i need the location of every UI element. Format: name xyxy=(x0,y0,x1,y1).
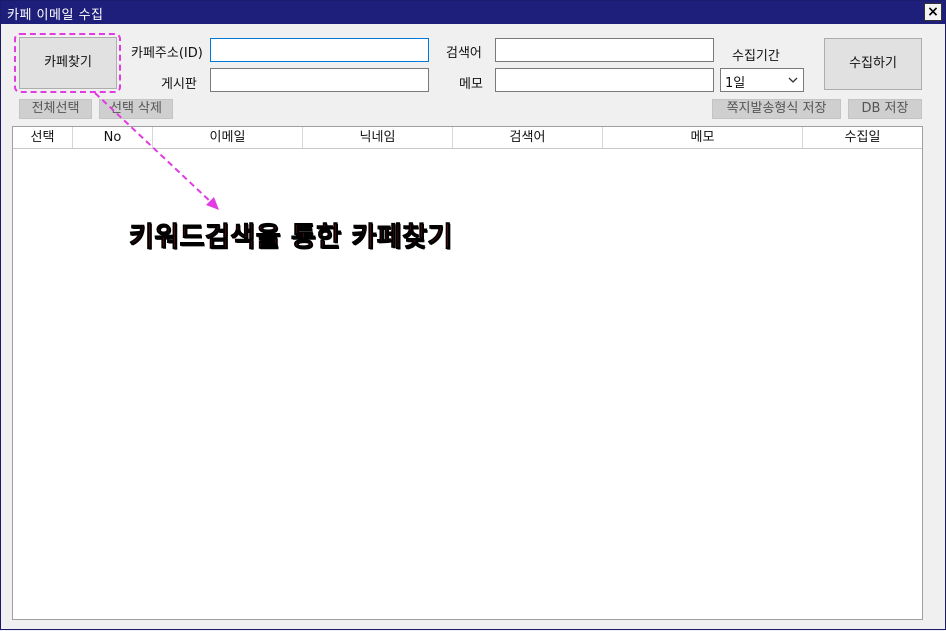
close-button[interactable]: × xyxy=(924,3,942,21)
annotation-caption: 키워드검색을 통한 카페찾기 xyxy=(129,222,453,254)
cafe-address-label: 카페주소(ID) xyxy=(131,46,203,61)
column-header-no[interactable]: No xyxy=(73,127,153,148)
memo-label: 메모 xyxy=(459,77,483,92)
column-header-keyword[interactable]: 검색어 xyxy=(453,127,603,148)
keyword-input[interactable] xyxy=(495,38,714,62)
title-bar: 카페 이메일 수집 × xyxy=(1,1,945,24)
close-icon: × xyxy=(927,4,939,20)
delete-selected-button[interactable]: 선택 삭제 xyxy=(99,99,173,119)
column-header-email[interactable]: 이메일 xyxy=(153,127,303,148)
cafe-address-input[interactable] xyxy=(210,38,429,62)
app-window: 카페 이메일 수집 × 카페찾기 카페주소(ID) 검색어 수집기간 게시판 메… xyxy=(0,0,946,630)
column-header-memo[interactable]: 메모 xyxy=(603,127,803,148)
column-header-collected-date[interactable]: 수집일 xyxy=(803,127,922,148)
save-message-format-button[interactable]: 쪽지발송형식 저장 xyxy=(712,99,841,119)
window-title: 카페 이메일 수집 xyxy=(7,8,104,23)
chevron-down-icon xyxy=(788,77,798,83)
period-selected-value: 1일 xyxy=(725,76,746,91)
table-header: 선택 No 이메일 닉네임 검색어 메모 수집일 xyxy=(13,127,922,149)
board-label: 게시판 xyxy=(161,77,197,92)
period-select[interactable]: 1일 xyxy=(720,68,804,92)
memo-input[interactable] xyxy=(495,68,714,92)
select-all-button[interactable]: 전체선택 xyxy=(19,99,92,119)
column-header-select[interactable]: 선택 xyxy=(13,127,73,148)
keyword-label: 검색어 xyxy=(446,46,482,61)
save-db-button[interactable]: DB 저장 xyxy=(848,99,922,119)
period-label: 수집기간 xyxy=(732,49,780,64)
column-header-nickname[interactable]: 닉네임 xyxy=(303,127,453,148)
collect-button[interactable]: 수집하기 xyxy=(824,38,922,90)
annotation-highlight-box xyxy=(14,33,121,93)
email-table[interactable]: 선택 No 이메일 닉네임 검색어 메모 수집일 xyxy=(12,126,923,620)
board-input[interactable] xyxy=(210,68,429,92)
